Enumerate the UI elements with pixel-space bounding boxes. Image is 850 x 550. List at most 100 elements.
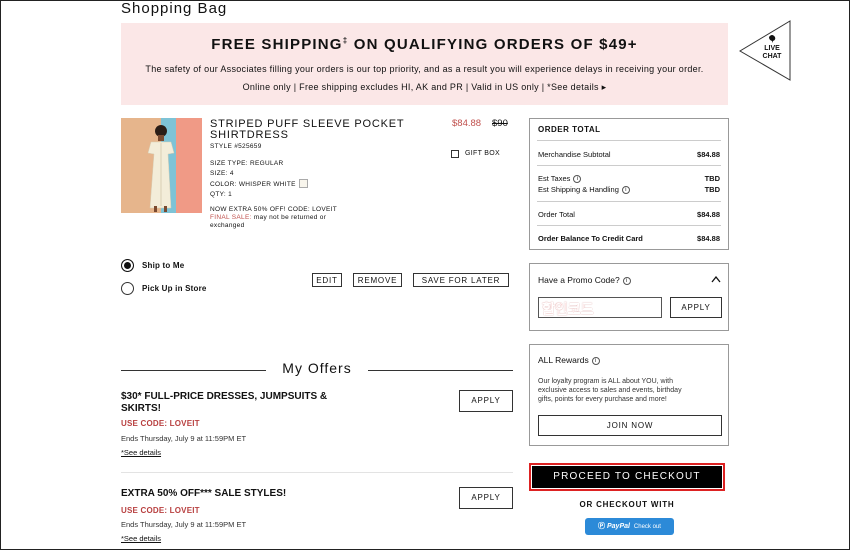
promo-code-panel: Have a Promo Code? i 할인코드 APPLY [529, 263, 729, 331]
rewards-title: ALL Rewards i [538, 355, 600, 365]
order-total-divider-1 [537, 140, 721, 141]
live-chat-label: LIVE CHAT [757, 45, 787, 61]
order-total-row: Order Total $84.88 [538, 210, 720, 219]
balance-value: $84.88 [697, 234, 720, 243]
order-total-divider-3 [537, 201, 721, 202]
ship-to-me-label: Ship to Me [142, 261, 185, 270]
save-for-later-button[interactable]: SAVE FOR LATER [413, 273, 509, 287]
offers-title: My Offers [266, 360, 368, 378]
merch-subtotal-row: Merchandise Subtotal $84.88 [538, 150, 720, 159]
rewards-panel: ALL Rewards i Our loyalty program is ALL … [529, 344, 729, 446]
pick-up-label: Pick Up in Store [142, 284, 207, 293]
promo-title[interactable]: Have a Promo Code? i [538, 275, 631, 285]
banner-details-link[interactable]: Online only | Free shipping excludes HI,… [121, 82, 728, 93]
est-taxes-value: TBD [704, 174, 720, 183]
rewards-description: Our loyalty program is ALL about YOU, wi… [538, 377, 682, 404]
free-shipping-banner: FREE SHIPPING‡ ON QUALIFYING ORDERS OF $… [121, 23, 728, 105]
promo-title-text: Have a Promo Code? [538, 275, 620, 285]
product-size-type: SIZE TYPE: REGULAR [210, 160, 284, 167]
offers-title-text: My Offers [282, 360, 352, 376]
page-title: Shopping Bag [121, 0, 228, 17]
promo-code-value: 할인코드 [542, 301, 594, 318]
final-sale-label: FINAL SALE: [210, 214, 252, 221]
balance-row: Order Balance To Credit Card $84.88 [538, 234, 720, 243]
offer-2-apply-button[interactable]: APPLY [459, 487, 513, 509]
gift-box-checkbox[interactable] [451, 150, 459, 158]
gift-box-label: GIFT BOX [465, 150, 500, 157]
live-chat-line2: CHAT [762, 53, 782, 60]
paypal-logo-icon: Ⓟ [598, 523, 606, 530]
live-chat-line1: LIVE [764, 45, 780, 52]
offer-1-ends: Ends Thursday, July 9 at 11:59PM ET [121, 434, 247, 443]
final-sale-note: may not be returned or [251, 214, 327, 221]
product-size: SIZE: 4 [210, 170, 234, 177]
offer-2-code: USE CODE: LOVEIT [121, 506, 200, 515]
banner-headline: FREE SHIPPING‡ ON QUALIFYING ORDERS OF $… [121, 36, 728, 53]
promo-apply-button[interactable]: APPLY [670, 297, 722, 318]
offer-2-ends: Ends Thursday, July 9 at 11:59PM ET [121, 520, 247, 529]
paypal-checkout-button[interactable]: Ⓟ PayPal Check out [585, 518, 674, 535]
or-checkout-with-label: OR CHECKOUT WITH [579, 500, 675, 509]
live-chat-button[interactable]: LIVE CHAT [739, 20, 791, 81]
pick-up-radio[interactable] [121, 282, 134, 295]
offer-separator [121, 472, 513, 473]
sale-price: $84.88 [452, 118, 482, 129]
final-sale-note-line2: exchanged [210, 222, 245, 229]
merch-subtotal-value: $84.88 [697, 150, 720, 159]
rewards-title-text: ALL Rewards [538, 355, 589, 365]
order-total-value: $84.88 [697, 210, 720, 219]
promo-code-input[interactable]: 할인코드 [538, 297, 662, 318]
offer-1-title-line1: $30* FULL-PRICE DRESSES, JUMPSUITS & [121, 391, 328, 402]
est-shipping-value: TBD [704, 185, 720, 194]
offers-divider-right [368, 370, 513, 371]
product-color: COLOR: WHISPER WHITE [210, 181, 296, 188]
est-taxes-label: Est Taxes [538, 174, 571, 183]
banner-headline-rest: ON QUALIFYING ORDERS OF $49+ [348, 36, 638, 53]
remove-button[interactable]: REMOVE [353, 273, 402, 287]
offer-1-apply-button[interactable]: APPLY [459, 390, 513, 412]
offer-1-see-details-link[interactable]: *See details [121, 448, 161, 457]
product-image[interactable] [121, 118, 202, 213]
rewards-line3: gifts, points for every purchase and mor… [538, 396, 667, 403]
order-total-panel: ORDER TOTAL Merchandise Subtotal $84.88 … [529, 118, 729, 250]
offer-1-code: USE CODE: LOVEIT [121, 419, 200, 428]
offer-1-title-line2: SKIRTS! [121, 403, 161, 414]
est-shipping-label: Est Shipping & Handling [538, 185, 619, 194]
order-total-divider-4 [537, 225, 721, 226]
paypal-label: PayPal [607, 523, 630, 530]
original-price: $90 [492, 118, 508, 129]
chevron-up-icon[interactable] [711, 276, 721, 283]
proceed-to-checkout-button[interactable]: PROCEED TO CHECKOUT [532, 466, 722, 488]
product-name[interactable]: STRIPED PUFF SLEEVE POCKET SHIRTDRESS [210, 119, 420, 141]
est-taxes-row: Est Taxes i TBD [538, 174, 720, 184]
est-shipping-row: Est Shipping & Handling i TBD [538, 185, 720, 195]
color-swatch [299, 179, 308, 188]
product-photo [121, 118, 202, 213]
offer-2-title: EXTRA 50% OFF*** SALE STYLES! [121, 488, 287, 499]
offer-1-title: $30* FULL-PRICE DRESSES, JUMPSUITS & SKI… [121, 391, 381, 415]
ship-to-me-radio[interactable] [121, 259, 134, 272]
order-total-title: ORDER TOTAL [538, 125, 601, 134]
order-total-divider-2 [537, 165, 721, 166]
product-name-line2: SHIRTDRESS [210, 129, 289, 141]
shipping-info-icon[interactable]: i [621, 186, 630, 195]
rewards-info-icon[interactable]: i [591, 356, 600, 365]
merch-subtotal-label: Merchandise Subtotal [538, 150, 611, 159]
paypal-suffix: Check out [633, 524, 661, 530]
product-promo: NOW EXTRA 50% OFF! CODE: LOVEIT [210, 206, 338, 213]
banner-notice: The safety of our Associates filling you… [145, 64, 704, 74]
taxes-info-icon[interactable]: i [573, 175, 582, 184]
product-style: STYLE #525659 [210, 143, 262, 150]
product-qty: QTY: 1 [210, 191, 233, 198]
rewards-line1: Our loyalty program is ALL about YOU, wi… [538, 378, 674, 385]
offers-divider-left [121, 370, 266, 371]
rewards-line2: exclusive access to sales and events, bi… [538, 387, 682, 394]
edit-button[interactable]: EDIT [312, 273, 342, 287]
promo-info-icon[interactable]: i [622, 276, 631, 285]
final-sale-notice: FINAL SALE: may not be returned or [210, 214, 326, 221]
balance-label: Order Balance To Credit Card [538, 234, 643, 243]
join-now-button[interactable]: JOIN NOW [538, 415, 722, 436]
banner-headline-text: FREE SHIPPING [211, 36, 343, 53]
offer-2-see-details-link[interactable]: *See details [121, 534, 161, 543]
order-total-label: Order Total [538, 210, 575, 219]
